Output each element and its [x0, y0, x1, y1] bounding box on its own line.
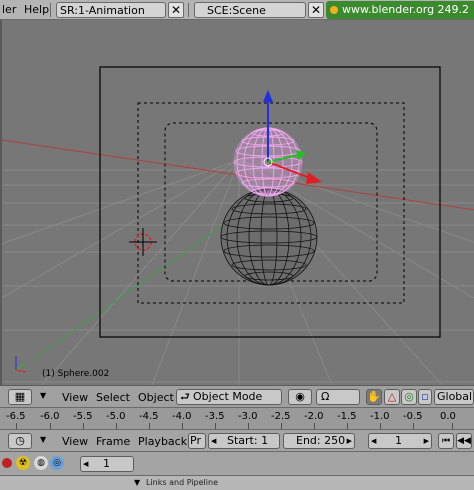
menu-file-partial[interactable]: ler [2, 3, 16, 16]
editor-type-grid-icon[interactable]: ▦ [8, 389, 32, 405]
menu-select[interactable]: Select [96, 391, 130, 404]
mode-selector[interactable]: ⮐ Object Mode [176, 389, 282, 405]
top-header-bar: ler Help SR:1-Animation ✕ SCE:Scene ✕ ww… [0, 0, 474, 20]
close-scene-icon[interactable]: ✕ [308, 2, 324, 18]
mode-icon: ⮐ [180, 390, 190, 403]
timeline-tick: -4.0 [172, 411, 192, 422]
clock-icon[interactable]: ◷ [8, 433, 32, 449]
timeline-tick: -3.0 [238, 411, 258, 422]
3d-viewport[interactable]: (1) Sphere.002 [0, 20, 474, 385]
timeline-tick: -6.0 [40, 411, 60, 422]
radioactive-icon[interactable]: ☢ [16, 456, 30, 470]
timeline-tick: -1.0 [370, 411, 390, 422]
3d-view-header: ▦ ▼ View Select Object ⮐ Object Mode ◉ Ω… [0, 385, 474, 407]
timeline-tick: -2.5 [271, 411, 291, 422]
timeline-tick: -5.0 [106, 411, 126, 422]
increment-arrow-icon: ▶ [346, 437, 352, 445]
mode-selector-label: Object Mode [193, 390, 263, 403]
preview-range-label: Pr [190, 434, 201, 447]
timeline-tick: -5.5 [73, 411, 93, 422]
increment-arrow-icon: ▶ [423, 437, 429, 445]
rotate-icon[interactable]: ◎ [401, 389, 417, 405]
end-frame-label: End: 250 [296, 434, 346, 447]
scene-selector[interactable]: SCE:Scene [194, 2, 306, 18]
decrement-arrow-icon: ◀ [83, 460, 89, 468]
start-frame-label: Start: 1 [227, 434, 269, 447]
menu-frame[interactable]: Frame [96, 435, 130, 448]
separator [188, 3, 189, 17]
current-frame-label: 1 [395, 434, 402, 447]
orientation-label: Global [437, 390, 473, 403]
timeline-tick: -1.5 [337, 411, 357, 422]
menu-object[interactable]: Object [138, 391, 174, 404]
panel-expand-arrow-icon[interactable]: ▼ [134, 478, 140, 487]
start-frame-field[interactable]: ◀ Start: 1 [208, 433, 280, 449]
blender-logo-icon [330, 6, 338, 14]
close-screen-icon[interactable]: ✕ [168, 2, 184, 18]
end-frame-field[interactable]: End: 250 ▶ [283, 433, 355, 449]
timeline-tick: -3.5 [205, 411, 225, 422]
rewind-icon[interactable]: ◀◀ [456, 433, 472, 449]
timeline-header: ◷ ▼ View Frame Playback Pr ◀ Start: 1 En… [0, 429, 474, 451]
viewport-status-text: (1) Sphere.002 [42, 369, 110, 379]
scene-selector-label: SCE:Scene [207, 4, 266, 17]
timeline-ruler[interactable]: -6.5 -6.0 -5.5 -5.0 -4.5 -4.0 -3.5 -3.0 … [0, 407, 474, 430]
screen-selector[interactable]: SR:1-Animation [56, 2, 166, 18]
x-axis-arrow-icon [306, 172, 322, 184]
manipulator-toggle-icon[interactable]: ✋ [366, 389, 382, 405]
timeline-tick: -4.5 [139, 411, 159, 422]
shading-icon[interactable]: ◍ [34, 456, 48, 470]
menu-help[interactable]: Help [24, 3, 49, 16]
decrement-arrow-icon: ◀ [371, 437, 377, 445]
blender-url-label: www.blender.org 249.2 [342, 3, 470, 16]
buttons-panel-strip: ▼ Links and Pipeline [0, 475, 474, 490]
z-axis-arrow-icon [263, 90, 273, 102]
timeline-tick: 0.0 [440, 411, 456, 422]
blender-url-link[interactable]: www.blender.org 249.2 [326, 1, 474, 19]
preview-range-button[interactable]: Pr [188, 433, 206, 449]
jump-start-icon[interactable]: ⏮ [438, 433, 454, 449]
viewport-canvas[interactable] [2, 20, 474, 385]
collapse-arrow-icon[interactable]: ▼ [40, 435, 46, 444]
sphere-wireframe [220, 188, 318, 286]
pivot-selector[interactable]: Ω [316, 389, 360, 405]
separator [50, 3, 51, 17]
draw-type-icon[interactable]: ◉ [288, 389, 312, 405]
translate-icon[interactable]: △ [384, 389, 400, 405]
view-axes-icon [15, 356, 27, 373]
menu-view[interactable]: View [62, 435, 88, 448]
record-icon[interactable] [2, 458, 12, 468]
frame-number-field[interactable]: ◀ 1 [80, 456, 134, 472]
buttons-window-header: ☢ ◍ ◎ ◀ 1 [0, 451, 474, 475]
frame-number-label: 1 [103, 457, 110, 470]
menu-playback[interactable]: Playback [138, 435, 187, 448]
decrement-arrow-icon: ◀ [211, 437, 217, 445]
panel-title[interactable]: Links and Pipeline [146, 478, 218, 487]
orientation-selector[interactable]: Global [434, 389, 474, 405]
menu-view[interactable]: View [62, 391, 88, 404]
timeline-tick: -2.0 [304, 411, 324, 422]
world-icon[interactable]: ◎ [50, 456, 64, 470]
collapse-arrow-icon[interactable]: ▼ [40, 391, 46, 400]
scale-icon[interactable]: ▫ [418, 389, 432, 405]
current-frame-field[interactable]: ◀ 1 ▶ [368, 433, 432, 449]
screen-selector-label: SR:1-Animation [60, 4, 145, 17]
pivot-icon: Ω [321, 390, 330, 403]
timeline-tick: -6.5 [6, 411, 26, 422]
timeline-tick: -0.5 [403, 411, 423, 422]
